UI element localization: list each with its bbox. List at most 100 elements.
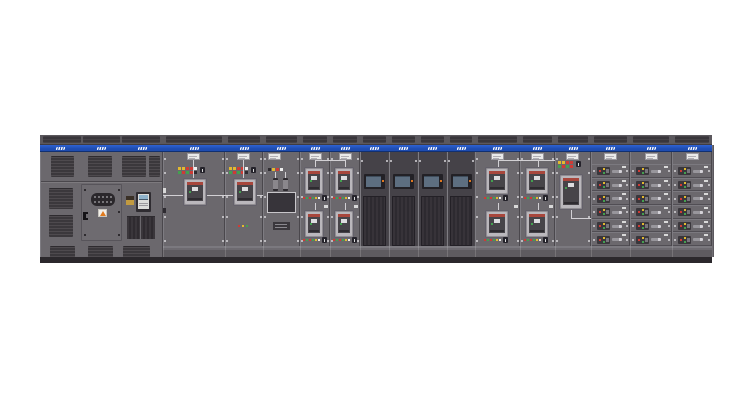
drawer-light-green bbox=[684, 213, 686, 215]
drawer-screw bbox=[708, 170, 710, 172]
indicator-light-red bbox=[333, 239, 335, 241]
indicator-light-yellow bbox=[229, 167, 232, 170]
switch-slot bbox=[202, 169, 203, 172]
drawout-handle bbox=[612, 184, 622, 187]
drawer-label-chip bbox=[622, 180, 626, 182]
indicator-light-red bbox=[570, 161, 573, 164]
breaker-face bbox=[237, 182, 253, 201]
screw-dot bbox=[301, 158, 303, 160]
breaker-label bbox=[534, 176, 540, 180]
brand-logo bbox=[606, 147, 616, 150]
screw-dot bbox=[297, 240, 299, 242]
mimic-line-horizontal bbox=[498, 160, 520, 161]
breaker-face bbox=[563, 178, 579, 205]
panel-drive-section-3 bbox=[418, 135, 447, 263]
drawer-light-yellow bbox=[603, 168, 605, 170]
panel-body bbox=[263, 152, 300, 246]
drive-door-grille bbox=[363, 196, 386, 246]
breaker-status-light bbox=[340, 223, 342, 225]
roof-vent-grille bbox=[333, 136, 357, 143]
screw-dot bbox=[264, 216, 266, 218]
breaker-base bbox=[490, 230, 504, 232]
drawer-light-red bbox=[599, 184, 601, 186]
drawer-screw bbox=[674, 170, 676, 172]
plinth-kickplate bbox=[630, 246, 672, 257]
drawer-label-chip bbox=[622, 207, 626, 209]
screw-dot bbox=[297, 196, 299, 198]
roof-vent-grille bbox=[166, 136, 222, 143]
connector-plate bbox=[91, 193, 115, 206]
indicator-light-green bbox=[306, 239, 308, 241]
screw-dot bbox=[556, 172, 558, 174]
indicator-light-dark bbox=[194, 171, 197, 174]
breaker-face bbox=[529, 214, 545, 233]
door-bolt bbox=[118, 189, 120, 191]
indicator-light-green bbox=[342, 239, 344, 241]
hinge-notch bbox=[86, 214, 89, 218]
indicator-light-yellow bbox=[272, 168, 275, 171]
drawer-switch-chip bbox=[606, 169, 609, 173]
roof-vent-grille bbox=[523, 136, 552, 143]
panel-acb-duplex-1 bbox=[300, 135, 330, 263]
fuse-holder bbox=[283, 178, 288, 191]
connector-pin bbox=[106, 196, 108, 198]
roof-vent-grille bbox=[122, 136, 160, 143]
screw-dot bbox=[264, 158, 266, 160]
indicator-light-red bbox=[524, 239, 526, 241]
control-switch bbox=[543, 237, 548, 243]
switch-slot bbox=[354, 197, 355, 200]
screw-dot bbox=[521, 216, 523, 218]
indicator-light-white bbox=[539, 197, 541, 199]
screw-dot bbox=[476, 158, 478, 160]
roof-vent-grille bbox=[392, 136, 415, 143]
drawer-screw bbox=[674, 225, 676, 227]
screw-dot bbox=[517, 196, 519, 198]
vent-louver bbox=[122, 156, 146, 177]
breaker-label bbox=[192, 187, 198, 191]
screw-dot bbox=[552, 196, 554, 198]
mcc-drawer-row bbox=[592, 219, 629, 233]
drawer-control-module bbox=[636, 236, 649, 244]
breaker-status-light bbox=[531, 180, 533, 182]
mcc-drawer-row bbox=[631, 191, 671, 205]
plinth-kickplate bbox=[330, 246, 360, 257]
circuit-breaker-unit bbox=[485, 167, 509, 195]
indicator-light-green bbox=[336, 197, 338, 199]
drawer-screw bbox=[593, 211, 595, 213]
panel-mcc-section-2 bbox=[630, 135, 672, 263]
drawer-switch-chip bbox=[645, 224, 648, 228]
screw-dot bbox=[588, 240, 590, 242]
door-bolt bbox=[118, 234, 120, 236]
control-switch bbox=[251, 167, 256, 173]
drawer-light-yellow bbox=[642, 168, 644, 170]
indicator-light-white bbox=[539, 239, 541, 241]
drawer-light-red bbox=[638, 170, 640, 172]
roof-vent-grille bbox=[450, 136, 472, 143]
vent-louver bbox=[49, 188, 73, 209]
center-door bbox=[81, 184, 122, 241]
switchgear-lineup bbox=[40, 135, 712, 263]
screw-dot bbox=[297, 216, 299, 218]
drawer-switch-chip bbox=[687, 169, 690, 173]
panel-body bbox=[300, 152, 330, 246]
screw-dot bbox=[472, 160, 474, 162]
brand-logo bbox=[370, 147, 380, 150]
indicator-light-red bbox=[530, 197, 532, 199]
drawer-light-yellow bbox=[684, 209, 686, 211]
drawer-switch-chip bbox=[645, 210, 648, 214]
indicator-light-green bbox=[533, 197, 535, 199]
drawer-control-module bbox=[636, 208, 649, 216]
drawer-control-module bbox=[597, 195, 610, 203]
drawer-screw bbox=[632, 170, 634, 172]
breaker-trip-band bbox=[489, 214, 505, 217]
control-switch bbox=[503, 237, 508, 243]
screw-dot bbox=[357, 196, 359, 198]
screw-dot bbox=[476, 196, 478, 198]
drawer-screw bbox=[668, 211, 670, 213]
mcc-drawer-row bbox=[631, 164, 671, 178]
circuit-breaker-unit bbox=[485, 210, 509, 238]
breaker-base bbox=[530, 187, 544, 189]
indicator-light-white bbox=[194, 167, 197, 170]
plinth-kickplate bbox=[225, 246, 263, 257]
label-chip bbox=[549, 205, 553, 208]
